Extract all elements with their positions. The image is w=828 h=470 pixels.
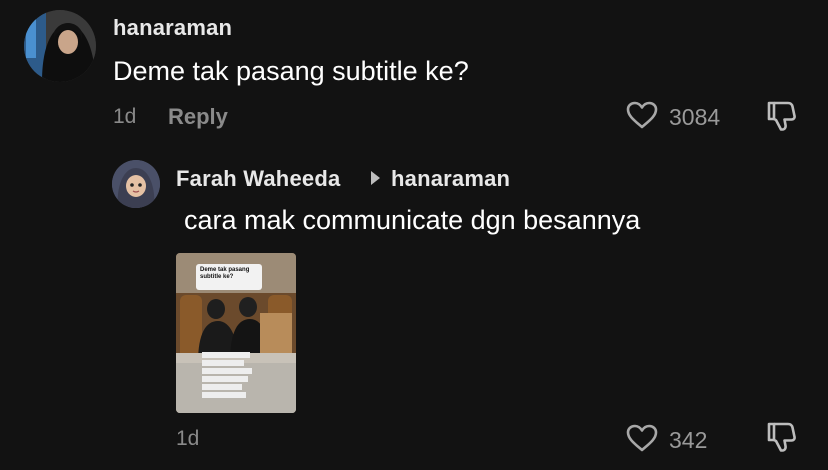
thumbnail-caption-bubble: Deme tak pasang subtitle ke?: [196, 264, 262, 290]
like-count: 342: [669, 427, 708, 453]
caret-right-icon: [371, 171, 380, 185]
thumbs-down-outline-icon[interactable]: [764, 420, 798, 459]
like-count: 3084: [669, 104, 721, 130]
reply-to-username[interactable]: hanaraman: [391, 166, 510, 192]
comment-time: 1d: [113, 105, 137, 128]
comment-text: Deme tak pasang subtitle ke?: [113, 56, 469, 86]
thumbs-down-outline-icon[interactable]: [764, 99, 798, 138]
heart-outline-icon: [625, 423, 659, 458]
reply-username[interactable]: Farah Waheeda: [176, 166, 340, 192]
reply-time: 1d: [176, 427, 200, 450]
reply-button[interactable]: Reply: [168, 104, 228, 130]
comments-panel: hanaraman Deme tak pasang subtitle ke? 1…: [0, 0, 828, 470]
like-button[interactable]: 3084: [625, 100, 720, 135]
comment-username[interactable]: hanaraman: [113, 15, 232, 41]
thumbnail-subtitle-lines: [202, 352, 256, 400]
avatar[interactable]: [24, 10, 96, 82]
reply-text: cara mak communicate dgn besannya: [184, 205, 641, 235]
heart-outline-icon: [625, 100, 659, 135]
bubble-text: Deme tak pasang subtitle ke?: [200, 267, 250, 280]
like-button[interactable]: 342: [625, 423, 707, 458]
avatar[interactable]: [112, 160, 160, 208]
